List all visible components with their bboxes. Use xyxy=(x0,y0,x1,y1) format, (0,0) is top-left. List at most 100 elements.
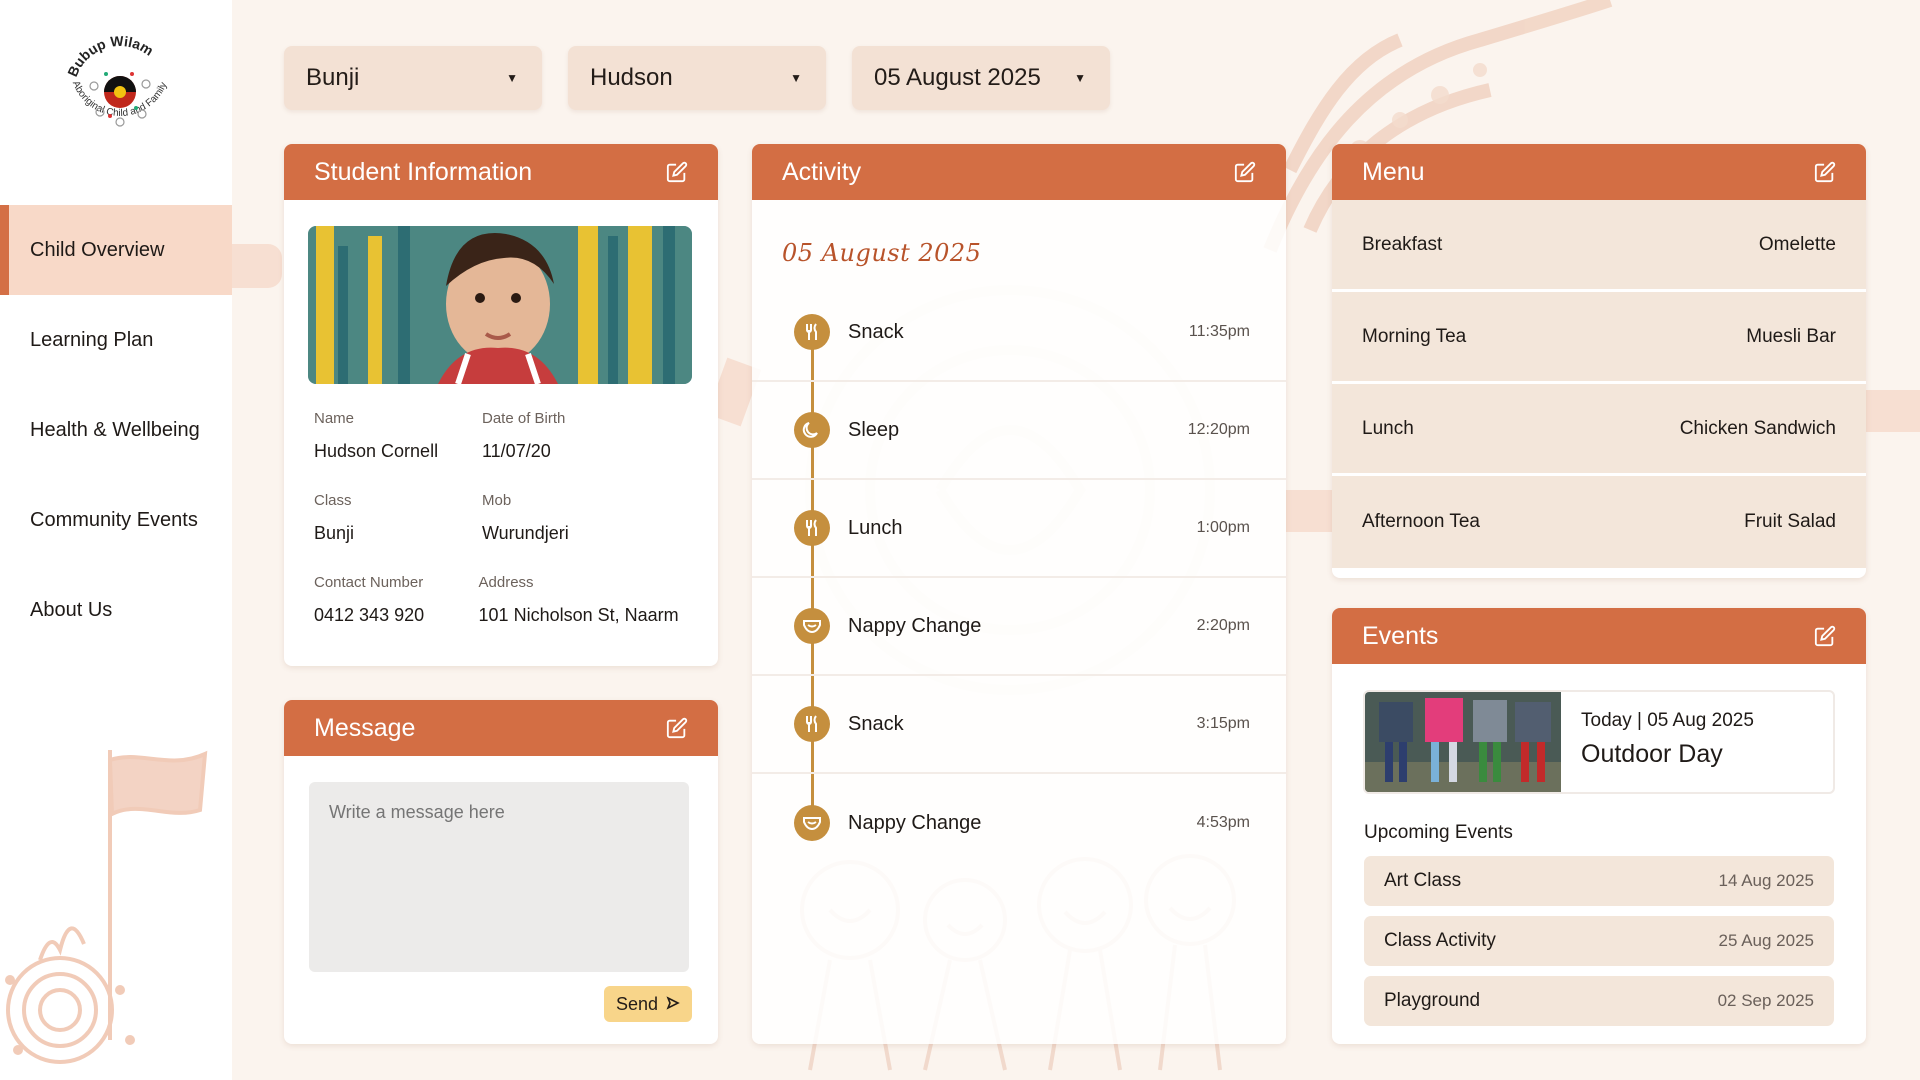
name-value: Hudson Cornell xyxy=(314,441,439,461)
menu-item: Breakfast Omelette xyxy=(1332,200,1866,292)
cutlery-icon xyxy=(794,314,830,350)
background-stripe xyxy=(1866,390,1920,432)
message-header: Message xyxy=(284,700,718,756)
event-date: 25 Aug 2025 xyxy=(1718,931,1814,950)
events-card: Events Today | 05 Aug 2025 Outdoor Day U… xyxy=(1332,608,1866,1044)
timeline-item[interactable]: Snack 11:35pm xyxy=(752,284,1286,382)
cutlery-icon xyxy=(794,510,830,546)
caret-down-icon: ▼ xyxy=(506,71,518,85)
nav-item-child-overview[interactable]: Child Overview xyxy=(0,205,232,295)
edit-icon[interactable] xyxy=(1814,161,1836,183)
today-event[interactable]: Today | 05 Aug 2025 Outdoor Day xyxy=(1363,690,1835,794)
activity-timeline: Snack 11:35pm Sleep 12:20pm Lunch 1:00pm… xyxy=(752,284,1286,872)
activity-time: 3:15pm xyxy=(1196,715,1250,732)
meal-food: Chicken Sandwich xyxy=(1679,417,1836,439)
menu-item: Afternoon Tea Fruit Salad xyxy=(1332,476,1866,568)
timeline-item[interactable]: Snack 3:15pm xyxy=(752,676,1286,774)
menu-list: Breakfast Omelette Morning Tea Muesli Ba… xyxy=(1332,200,1866,568)
card-title: Student Information xyxy=(314,157,533,186)
events-header: Events xyxy=(1332,608,1866,664)
activity-time: 4:53pm xyxy=(1196,814,1250,831)
event-photo xyxy=(1365,692,1561,792)
date-dropdown-value: 05 August 2025 xyxy=(874,64,1041,91)
bubup-wilam-logo[interactable]: Bubup Wilam Aboriginal Child and Family … xyxy=(48,16,188,160)
mob-label: Mob xyxy=(482,492,512,509)
mob-value: Wurundjeri xyxy=(482,523,569,543)
menu-card: Menu Breakfast Omelette Morning Tea Mues… xyxy=(1332,144,1866,578)
menu-item: Morning Tea Muesli Bar xyxy=(1332,292,1866,384)
card-title: Activity xyxy=(782,157,862,186)
meal-name: Morning Tea xyxy=(1362,325,1467,347)
nav-item-about-us[interactable]: About Us xyxy=(0,565,232,655)
edit-icon[interactable] xyxy=(666,717,688,739)
caret-down-icon: ▼ xyxy=(790,71,802,85)
child-dropdown[interactable]: Hudson ▼ xyxy=(568,46,826,110)
activity-label: Snack xyxy=(848,320,904,343)
nappy-icon xyxy=(794,608,830,644)
contact-value: 0412 343 920 xyxy=(314,605,425,625)
message-card: Message Send xyxy=(284,700,718,1044)
event-date: 14 Aug 2025 xyxy=(1718,871,1814,890)
send-button[interactable]: Send xyxy=(603,986,692,1022)
send-label: Send xyxy=(615,993,658,1014)
meal-name: Breakfast xyxy=(1362,233,1443,255)
timeline-item[interactable]: Lunch 1:00pm xyxy=(752,480,1286,578)
send-icon xyxy=(666,994,680,1015)
edit-icon[interactable] xyxy=(666,161,688,183)
upcoming-event[interactable]: Art Class 14 Aug 2025 xyxy=(1364,856,1834,906)
event-name: Class Activity xyxy=(1384,930,1496,951)
class-dropdown[interactable]: Bunji ▼ xyxy=(284,46,542,110)
upcoming-events-list: Art Class 14 Aug 2025 Class Activity 25 … xyxy=(1364,856,1834,1036)
edit-icon[interactable] xyxy=(1814,625,1836,647)
activity-time: 2:20pm xyxy=(1196,617,1250,634)
card-title: Events xyxy=(1362,621,1439,650)
event-name: Playground xyxy=(1384,990,1481,1011)
message-input[interactable] xyxy=(309,782,689,972)
activity-time: 12:20pm xyxy=(1187,421,1250,438)
name-label: Name xyxy=(314,410,355,427)
meal-food: Muesli Bar xyxy=(1746,325,1836,347)
meal-name: Afternoon Tea xyxy=(1362,511,1480,532)
nav-item-learning-plan[interactable]: Learning Plan xyxy=(0,295,232,385)
child-dropdown-value: Hudson xyxy=(590,64,673,91)
activity-label: Nappy Change xyxy=(848,811,982,834)
nav-item-health-wellbeing[interactable]: Health & Wellbeing xyxy=(0,385,232,475)
card-title: Message xyxy=(314,713,416,742)
menu-header: Menu xyxy=(1332,144,1866,200)
address-label: Address xyxy=(478,574,534,591)
menu-item: Lunch Chicken Sandwich xyxy=(1332,384,1866,476)
svg-text:Bubup Wilam: Bubup Wilam xyxy=(64,33,156,79)
timeline-item[interactable]: Sleep 12:20pm xyxy=(752,382,1286,480)
activity-time: 1:00pm xyxy=(1196,519,1250,536)
flag-campfire-illustration xyxy=(5,750,208,1064)
sidebar: Bubup Wilam Aboriginal Child and Family … xyxy=(0,0,232,1080)
activity-label: Snack xyxy=(848,712,904,735)
upcoming-event[interactable]: Playground 02 Sep 2025 xyxy=(1364,976,1834,1026)
activity-time: 11:35pm xyxy=(1188,323,1250,340)
cutlery-icon xyxy=(794,706,830,742)
student-details: Name Hudson Cornell Date of Birth 11/07/… xyxy=(314,410,694,656)
dob-label: Date of Birth xyxy=(482,410,566,427)
activity-label: Nappy Change xyxy=(848,614,982,637)
student-photo xyxy=(308,226,692,384)
caret-down-icon: ▼ xyxy=(1074,71,1086,85)
nav-item-community-events[interactable]: Community Events xyxy=(0,475,232,565)
contact-label: Contact Number xyxy=(314,574,424,591)
class-dropdown-value: Bunji xyxy=(306,64,360,91)
address-value: 101 Nicholson St, Naarm xyxy=(478,605,679,625)
dob-value: 11/07/20 xyxy=(482,441,551,461)
date-dropdown[interactable]: 05 August 2025 ▼ xyxy=(852,46,1110,110)
student-information-header: Student Information xyxy=(284,144,718,200)
timeline-item[interactable]: Nappy Change 2:20pm xyxy=(752,578,1286,676)
class-label: Class xyxy=(314,492,352,509)
upcoming-event[interactable]: Class Activity 25 Aug 2025 xyxy=(1364,916,1834,966)
meal-name: Lunch xyxy=(1362,417,1414,439)
event-date: 02 Sep 2025 xyxy=(1717,991,1814,1010)
background-stripe xyxy=(1286,490,1332,532)
edit-icon[interactable] xyxy=(1234,161,1256,183)
today-event-title: Outdoor Day xyxy=(1581,740,1723,768)
class-value: Bunji xyxy=(314,523,355,543)
background-stripe xyxy=(232,244,282,288)
activity-label: Lunch xyxy=(848,516,903,539)
timeline-item[interactable]: Nappy Change 4:53pm xyxy=(752,774,1286,872)
